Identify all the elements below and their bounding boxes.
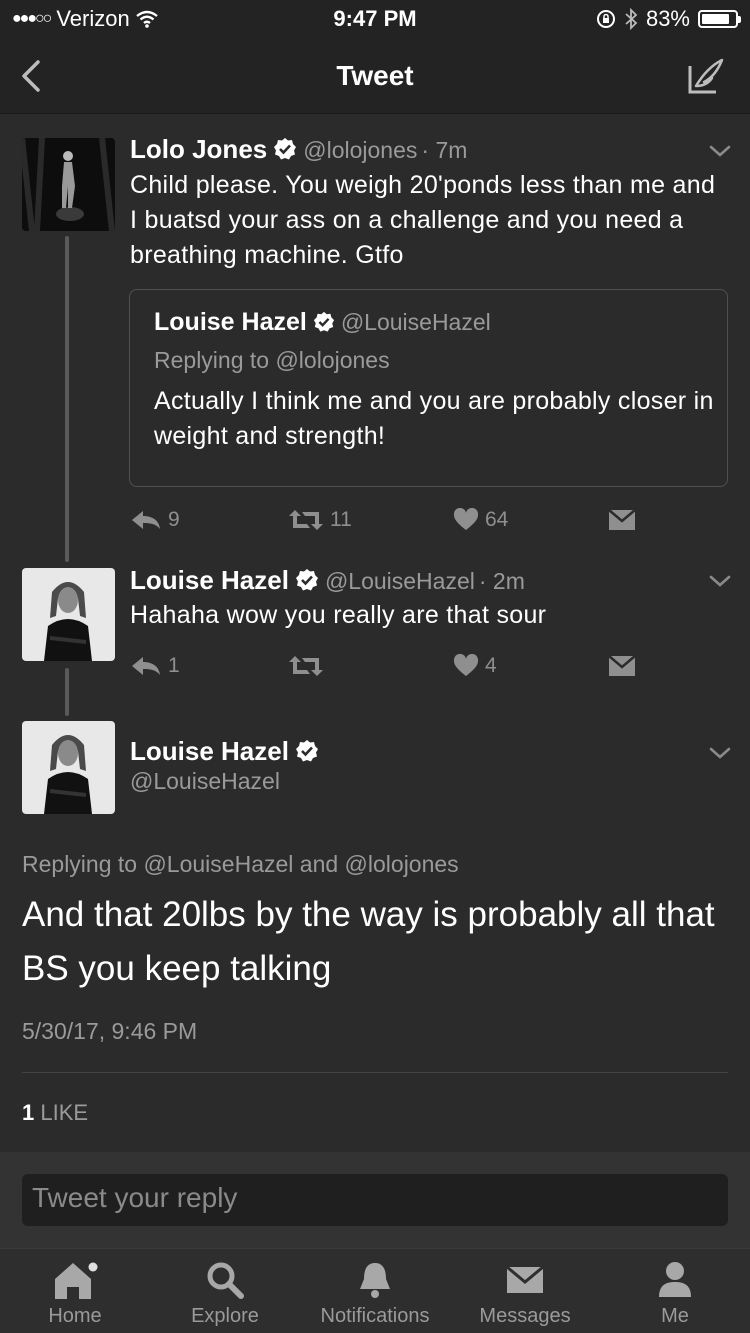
verified-badge-icon: [313, 311, 334, 332]
avatar-lolo-jones[interactable]: [22, 138, 115, 231]
retweet-count: 11: [330, 508, 352, 531]
like-action[interactable]: 64: [453, 508, 608, 532]
tab-messages[interactable]: Messages: [450, 1249, 600, 1333]
tab-bar: Home Explore Notifications Messages Me: [0, 1248, 750, 1333]
home-icon: [55, 1262, 98, 1299]
avatar-louise-hazel[interactable]: [22, 568, 115, 661]
tab-label: Home: [48, 1305, 102, 1327]
reply-input[interactable]: Tweet your reply: [22, 1174, 728, 1226]
envelope-icon: [608, 509, 636, 530]
bluetooth-icon: [625, 8, 638, 30]
envelope-icon: [608, 655, 636, 676]
retweet-action[interactable]: 11: [288, 508, 453, 532]
reply-icon: [132, 657, 160, 675]
chevron-down-icon[interactable]: [708, 745, 732, 761]
battery-icon: [698, 10, 741, 28]
divider: [22, 1072, 728, 1073]
status-bar: ●●●○○ Verizon 9:47 PM 83%: [0, 0, 750, 40]
tab-label: Notifications: [320, 1305, 430, 1327]
author-handle[interactable]: @LouiseHazel: [325, 568, 475, 594]
thread-connector: [65, 236, 69, 562]
tab-label: Me: [661, 1305, 689, 1327]
nav-bar: Tweet: [0, 40, 750, 114]
heart-icon: [453, 508, 479, 530]
author-name[interactable]: Lolo Jones: [130, 134, 267, 164]
chevron-down-icon[interactable]: [708, 143, 732, 159]
quote-replying-to: Replying to @lolojones: [154, 347, 390, 373]
main-tweet-text: And that 20lbs by the way is probably al…: [22, 895, 715, 988]
bell-icon: [360, 1263, 390, 1298]
like-action[interactable]: 4: [453, 654, 608, 678]
quoted-tweet[interactable]: Louise Hazel @LouiseHazel Replying to @lo…: [129, 289, 728, 487]
avatar-louise-hazel[interactable]: [22, 721, 115, 814]
thread-connector: [65, 668, 69, 716]
tweet-timestamp: 5/30/17, 9:46 PM: [22, 1018, 198, 1044]
battery-percent: 83%: [645, 6, 690, 31]
reply-icon: [132, 511, 160, 529]
tweet1-actions: 9 11 64: [130, 508, 650, 532]
tweet2-text: Hahaha wow you really are that sour: [130, 601, 547, 629]
dm-action[interactable]: [608, 655, 636, 677]
replying-to[interactable]: Replying to @LouiseHazel and @lolojones: [22, 851, 459, 878]
author-handle[interactable]: @LouiseHazel: [130, 768, 280, 795]
heart-icon: [453, 654, 479, 676]
page-title: Tweet: [336, 60, 414, 91]
retweet-icon: [289, 656, 323, 676]
tab-label: Messages: [479, 1305, 571, 1327]
tab-label: Explore: [191, 1305, 259, 1327]
author-name[interactable]: Louise Hazel: [130, 565, 289, 595]
person-icon: [659, 1262, 691, 1297]
reply-count: 1: [168, 654, 180, 677]
compose-tweet-icon[interactable]: [686, 56, 726, 96]
verified-badge-icon: [274, 138, 297, 160]
author-name[interactable]: Louise Hazel: [130, 736, 289, 766]
like-count: 4: [485, 654, 497, 677]
like-total: 1: [22, 1100, 35, 1125]
status-right: 83%: [596, 6, 741, 32]
search-icon: [207, 1262, 244, 1299]
orientation-lock-icon: [596, 10, 615, 28]
tab-home[interactable]: Home: [0, 1249, 150, 1333]
author-handle[interactable]: @lolojones: [303, 137, 417, 163]
retweet-action[interactable]: [288, 654, 453, 678]
likes-summary[interactable]: 1 LIKE: [22, 1100, 88, 1126]
quote-header: Louise Hazel @LouiseHazel: [154, 308, 491, 337]
verified-badge-icon: [295, 569, 318, 591]
tweet1-header: Lolo Jones @lolojones · 7m: [130, 134, 690, 165]
like-label: LIKE: [40, 1100, 89, 1125]
tweet-age: · 7m: [421, 137, 468, 163]
tweet-age: · 2m: [478, 568, 525, 594]
quote-author-name: Louise Hazel: [154, 308, 307, 336]
tweet2-actions: 1 4: [130, 654, 650, 678]
quote-text: Actually I think me and you are probably…: [154, 387, 714, 450]
reply-action[interactable]: 1: [130, 654, 288, 678]
main-tweet-header: Louise Hazel: [130, 736, 325, 767]
reply-action[interactable]: 9: [130, 508, 288, 532]
envelope-icon: [506, 1265, 544, 1293]
quote-author-handle: @LouiseHazel: [340, 309, 491, 335]
like-count: 64: [485, 508, 509, 531]
tweet1-text: Child please. You weigh 20'ponds less th…: [130, 171, 716, 269]
chevron-down-icon[interactable]: [708, 573, 732, 589]
tab-me[interactable]: Me: [600, 1249, 750, 1333]
verified-badge-icon: [295, 740, 318, 762]
reply-count: 9: [168, 508, 180, 531]
tweet2-header: Louise Hazel @LouiseHazel · 2m: [130, 565, 690, 596]
tab-explore[interactable]: Explore: [150, 1249, 300, 1333]
tab-notifications[interactable]: Notifications: [300, 1249, 450, 1333]
retweet-icon: [289, 510, 323, 530]
dm-action[interactable]: [608, 509, 636, 531]
